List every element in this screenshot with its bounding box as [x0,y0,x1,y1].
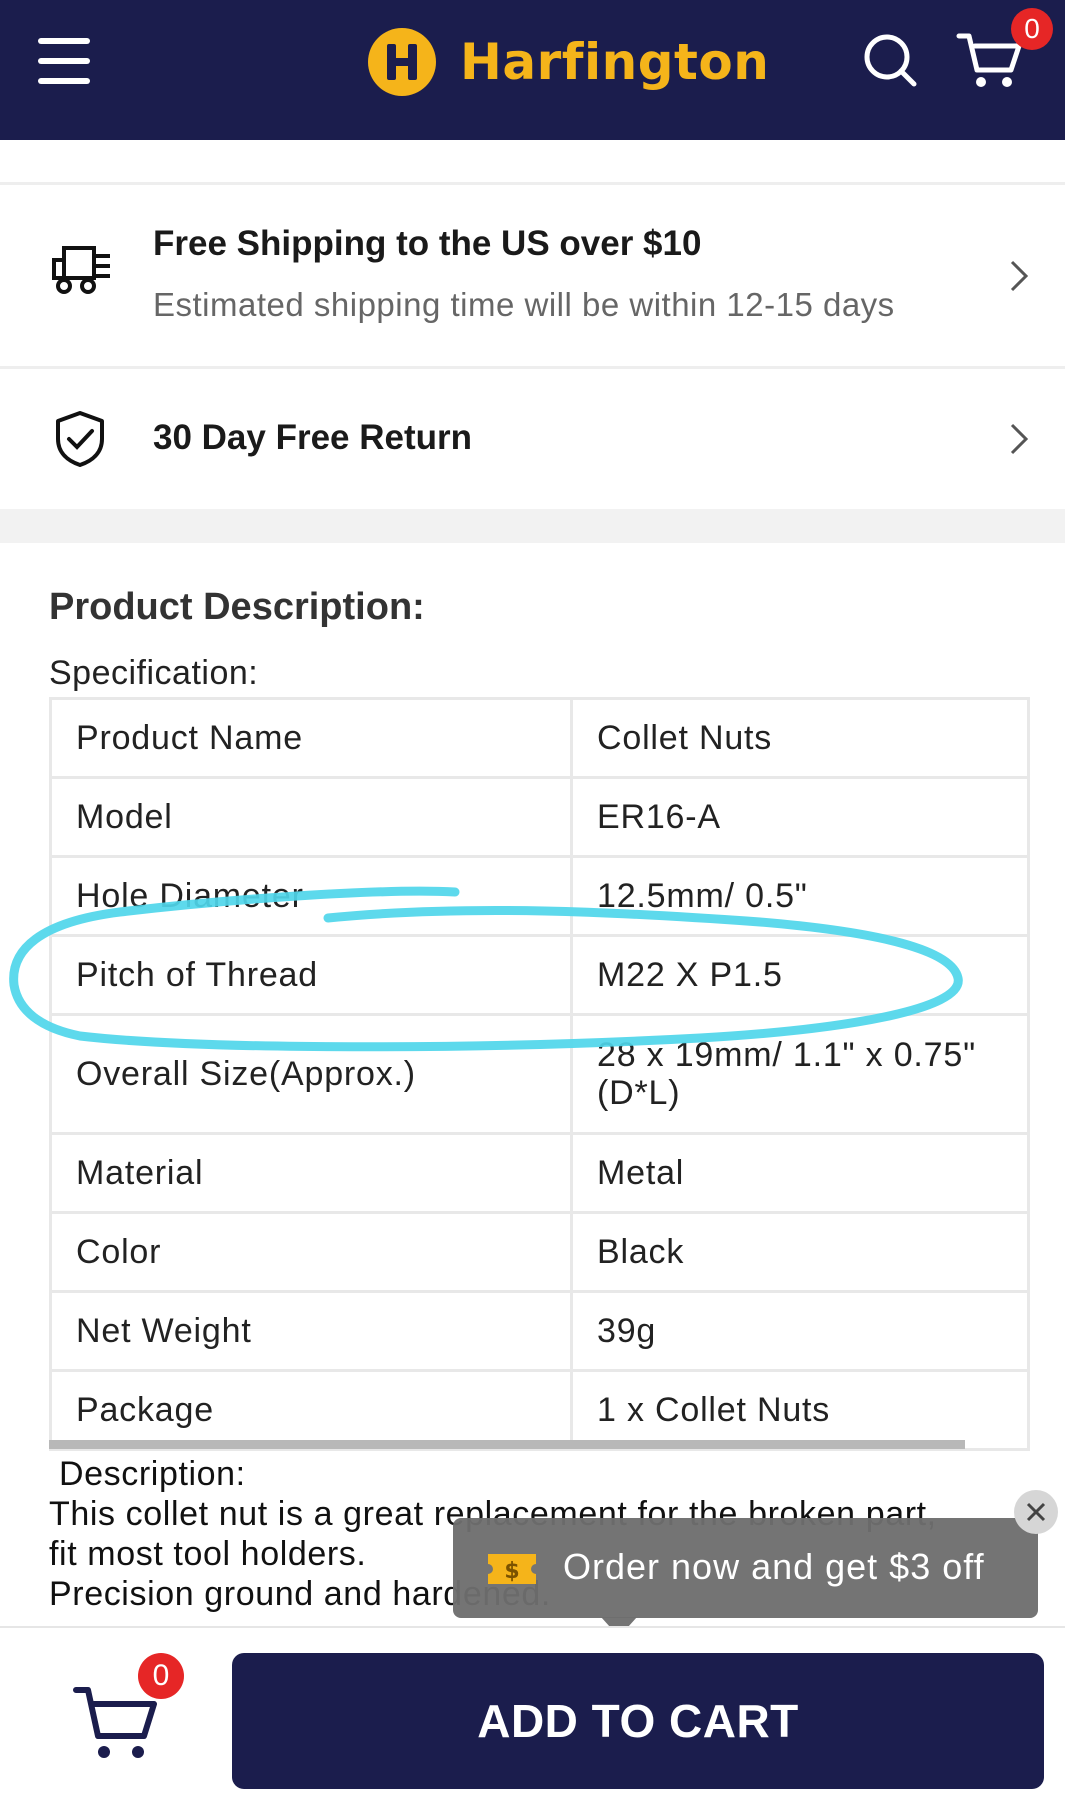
spec-value: Black [570,1211,1030,1293]
shipping-info-row[interactable]: Free Shipping to the US over $10 Estimat… [0,186,1065,366]
spec-key: Net Weight [49,1290,573,1372]
cart-count-badge: 0 [138,1653,184,1699]
spec-value: Collet Nuts [570,697,1030,779]
chevron-right-icon [1010,423,1029,455]
brand-logo[interactable]: Harfington [366,22,769,102]
spec-value: 12.5mm/ 0.5" [570,855,1030,937]
chevron-right-icon [1010,260,1029,292]
close-icon [1026,1502,1046,1522]
divider [0,182,1065,185]
description-heading: Product Description: [49,586,425,628]
shipping-title: Free Shipping to the US over $10 [153,224,702,263]
delivery-truck-icon [52,246,110,294]
spec-value: 1 x Collet Nuts [570,1369,1030,1451]
return-info-row[interactable]: 30 Day Free Return [0,369,1065,509]
table-row: Hole Diameter 12.5mm/ 0.5" [49,855,1030,937]
table-row: Product Name Collet Nuts [49,697,1030,779]
spec-key: Model [49,776,573,858]
section-separator [0,509,1065,543]
cart-count-badge: 0 [1011,8,1053,50]
coupon-toast[interactable]: $ Order now and get $3 off [453,1518,1038,1618]
return-title: 30 Day Free Return [153,418,473,457]
shipping-subtitle: Estimated shipping time will be within 1… [153,286,895,323]
spec-value: ER16-A [570,776,1030,858]
table-row: Model ER16-A [49,776,1030,858]
spec-value: 28 x 19mm/ 1.1" x 0.75" (D*L) [570,1013,1030,1135]
coupon-symbol: $ [504,1559,519,1584]
specification-table: Product Name Collet Nuts Model ER16-A Ho… [49,697,1030,1451]
table-row: Material Metal [49,1132,1030,1214]
table-horizontal-scrollbar[interactable] [49,1440,965,1449]
table-row: Overall Size(Approx.) 28 x 19mm/ 1.1" x … [49,1013,1030,1135]
specification-label: Specification: [49,654,259,692]
product-page: Harfington 0 Free Shipping to the US ove… [0,0,1065,1814]
spec-key: Hole Diameter [49,855,573,937]
table-row: Package 1 x Collet Nuts [49,1369,1030,1451]
spec-value: 39g [570,1290,1030,1372]
toast-message: Order now and get $3 off [563,1546,985,1587]
spec-value: M22 X P1.5 [570,934,1030,1016]
spec-key: Pitch of Thread [49,934,573,1016]
table-row: Net Weight 39g [49,1290,1030,1372]
close-toast-button[interactable] [1014,1490,1058,1534]
spec-key: Overall Size(Approx.) [49,1013,573,1135]
top-header: Harfington 0 [0,0,1065,140]
spec-key: Material [49,1132,573,1214]
logo-mark-icon [368,28,436,96]
spec-key: Color [49,1211,573,1293]
table-row: Color Black [49,1211,1030,1293]
description-label: Description: [59,1455,246,1493]
spec-key: Package [49,1369,573,1451]
table-row: Pitch of Thread M22 X P1.5 [49,934,1030,1016]
add-to-cart-button[interactable]: ADD TO CART [232,1653,1044,1789]
menu-icon[interactable] [38,38,92,84]
search-icon[interactable] [860,30,920,90]
coupon-icon: $ [488,1554,536,1584]
shield-check-icon [56,411,104,467]
spec-key: Product Name [49,697,573,779]
brand-name: Harfington [460,33,770,91]
spec-value: Metal [570,1132,1030,1214]
